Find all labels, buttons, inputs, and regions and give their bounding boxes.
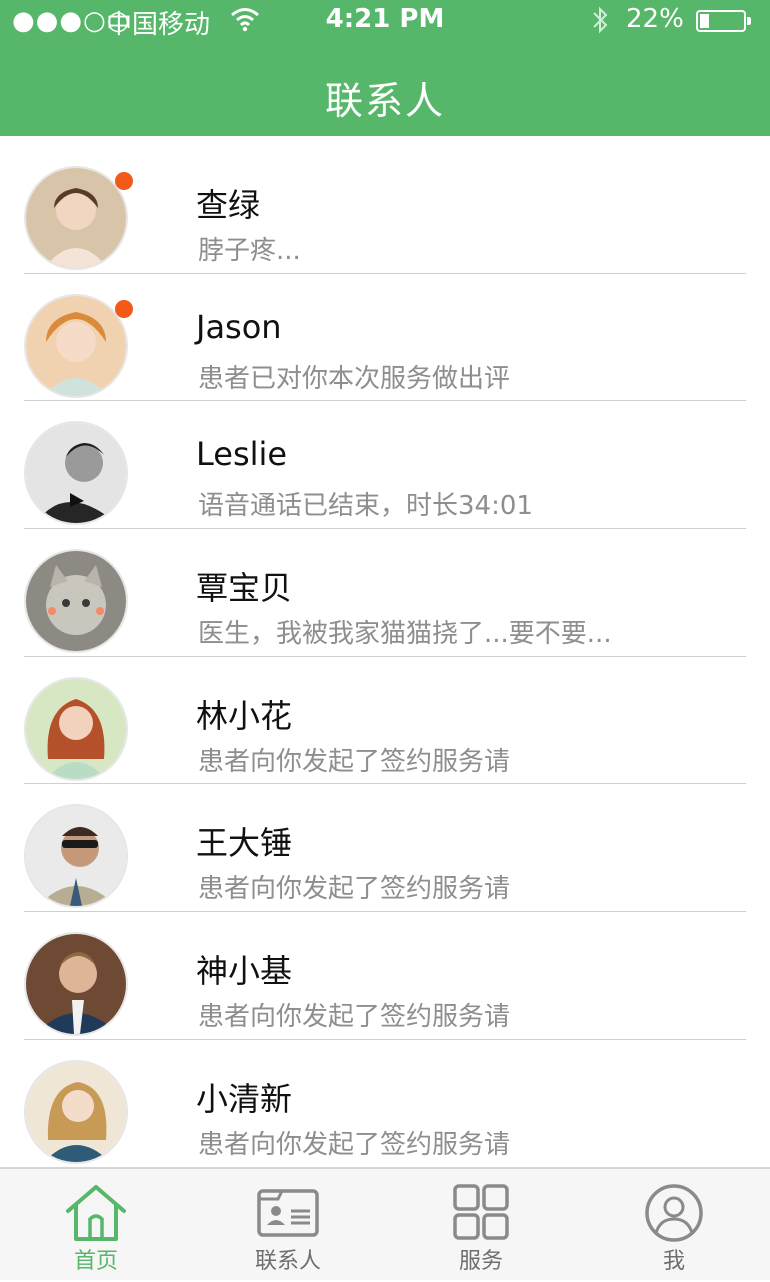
contact-card-icon	[257, 1189, 319, 1237]
tab-home[interactable]: 首页	[0, 1169, 192, 1282]
tab-label: 首页	[73, 1249, 118, 1274]
contact-name: Jason	[196, 307, 282, 346]
avatar	[24, 549, 128, 654]
unread-badge	[115, 172, 133, 190]
last-message: 患者已对你本次服务做出评	[198, 363, 511, 394]
contact-row[interactable]: 小清新 患者向你发起了签约服务请	[0, 1040, 770, 1168]
tab-label: 服务	[458, 1249, 503, 1274]
battery-percent: 22%	[626, 4, 684, 34]
contact-row[interactable]: 神小基 患者向你发起了签约服务请	[0, 912, 770, 1040]
contact-name: 覃宝贝	[196, 569, 293, 608]
avatar	[24, 1059, 128, 1164]
unread-badge	[115, 299, 133, 318]
tab-label: 联系人	[254, 1249, 321, 1274]
contact-name: 王大锤	[196, 824, 293, 863]
tab-me[interactable]: 我	[578, 1169, 770, 1282]
home-icon	[66, 1185, 126, 1241]
grid-icon	[453, 1184, 509, 1240]
contact-row[interactable]: 林小花 患者向你发起了签约服务请	[0, 657, 770, 785]
tab-bar: 首页 联系人 服务 我	[0, 1167, 770, 1280]
battery-level-fill	[700, 14, 709, 28]
last-message: 患者向你发起了签约服务请	[198, 1129, 511, 1160]
last-message: 患者向你发起了签约服务请	[198, 1002, 511, 1033]
user-icon	[645, 1184, 703, 1242]
contact-row[interactable]: Leslie 语音通话已结束，时长34:01	[0, 401, 770, 530]
nav-header: ●●●○○ 中国移动 4:21 PM 22% 联系人	[0, 0, 770, 136]
contact-name: Leslie	[196, 435, 288, 474]
tab-contacts[interactable]: 联系人	[192, 1169, 384, 1282]
battery-icon	[696, 10, 751, 32]
last-message: 医生，我被我家猫猫挠了...要不要...	[198, 619, 612, 650]
avatar	[24, 293, 128, 398]
contact-row[interactable]: 查绿 脖子疼...	[0, 146, 770, 274]
contact-row[interactable]: 王大锤 患者向你发起了签约服务请	[0, 784, 770, 913]
last-message: 患者向你发起了签约服务请	[198, 746, 511, 777]
last-message: 语音通话已结束，时长34:01	[198, 491, 533, 522]
contact-name: 查绿	[196, 186, 261, 224]
contact-list: 查绿 脖子疼... Jason 患者已对你本次服务做出评 Leslie 语音通话…	[0, 146, 770, 1168]
contact-row[interactable]: 覃宝贝 医生，我被我家猫猫挠了...要不要...	[0, 529, 770, 657]
avatar	[24, 166, 128, 270]
contact-row[interactable]: Jason 患者已对你本次服务做出评	[0, 274, 770, 402]
contact-name: 神小基	[196, 952, 293, 991]
avatar	[24, 804, 128, 909]
tab-label: 我	[662, 1249, 685, 1274]
avatar	[24, 676, 128, 781]
contact-name: 林小花	[196, 696, 293, 735]
last-message: 患者向你发起了签约服务请	[198, 874, 511, 905]
avatar	[24, 932, 128, 1037]
page-title: 联系人	[324, 79, 445, 123]
bluetooth-icon	[590, 5, 610, 35]
status-bar: ●●●○○ 中国移动 4:21 PM 22%	[0, 0, 770, 42]
last-message: 脖子疼...	[198, 236, 301, 266]
contact-name: 小清新	[196, 1079, 293, 1118]
tab-services[interactable]: 服务	[385, 1169, 577, 1282]
avatar	[24, 421, 128, 526]
